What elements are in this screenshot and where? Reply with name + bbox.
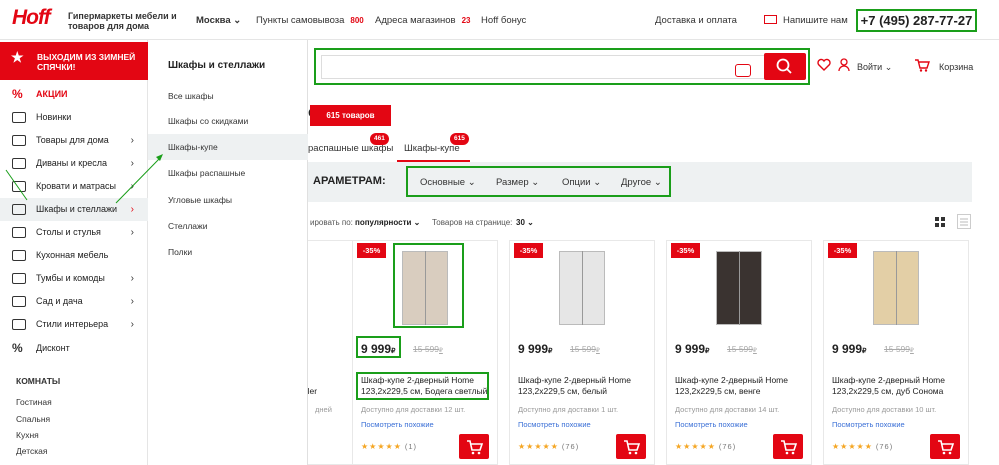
- highlight-name: [356, 372, 489, 400]
- annotation-arrows: [5, 154, 163, 204]
- highlight-price: [356, 336, 401, 358]
- highlight-image: [393, 243, 464, 328]
